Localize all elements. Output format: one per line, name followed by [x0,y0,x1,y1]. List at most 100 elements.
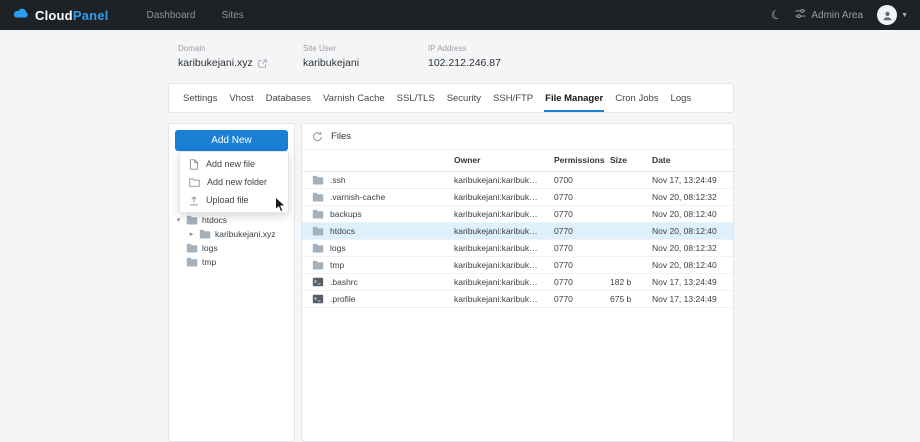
file-permissions: 0770 [548,239,604,257]
top-nav: Dashboard Sites [147,10,244,21]
file-row-htdocs[interactable]: htdocs karibukejani:karibukejani 0770 No… [302,222,733,240]
file-owner: karibukejani:karibukejani [448,222,548,240]
nav-sites[interactable]: Sites [221,10,243,21]
avatar [877,5,898,25]
tab-label: Security [446,93,482,104]
folder-icon [312,243,324,253]
file-date: Nov 20, 08:12:40 [646,256,733,274]
file-row-tmp[interactable]: tmp karibukejani:karibukejani 0770 Nov 2… [302,256,733,274]
chevron-right-icon: ▸ [189,231,194,238]
tab-cron-jobs[interactable]: Cron Jobs [609,84,664,112]
file-owner: karibukejani:karibukejani [448,188,548,206]
column-permissions: Permissions [548,150,605,172]
dark-mode-toggle-icon[interactable]: ☾ [769,7,784,24]
file-size: 182 b [604,273,646,291]
file-date: Nov 17, 13:24:49 [646,171,733,189]
tree-item-logs[interactable]: logs [175,241,288,255]
file-row-backups[interactable]: backups karibukejani:karibukejani 0770 N… [302,205,733,223]
chevron-down-icon: ▾ [176,217,181,224]
tab-label: Databases [265,93,312,104]
file-row-varnish-cache[interactable]: .varnish-cache karibukejani:karibukejani… [302,188,733,206]
admin-area-button[interactable]: Admin Area [795,8,863,22]
file-size [604,256,646,274]
file-date: Nov 17, 13:24:49 [646,290,733,308]
file-owner: karibukejani:karibukejani [448,290,548,308]
tree-item-htdocs[interactable]: ▾ htdocs [175,213,288,227]
file-size: 675 b [604,290,646,308]
file-permissions: 0770 [548,188,604,206]
external-link-icon[interactable] [258,58,267,68]
tab-vhost[interactable]: Vhost [223,84,259,112]
tab-ssh-ftp[interactable]: SSH/FTP [487,84,539,112]
file-size [604,222,646,240]
tab-logs[interactable]: Logs [665,84,698,112]
folder-icon [186,243,198,253]
file-tree: ▾ htdocs ▸ karibukejani.xyz logs tmp [175,213,288,269]
file-name: logs [330,242,346,253]
tree-item-tmp[interactable]: tmp [175,255,288,269]
site-user-value: karibukejani [303,57,360,69]
user-menu[interactable]: ▼ [877,5,908,25]
folder-icon [312,175,324,185]
file-row-profile[interactable]: .profile karibukejani:karibukejani 0770 … [302,290,733,308]
tab-settings[interactable]: Settings [177,84,223,112]
menu-item-label: Upload file [206,195,249,205]
chevron-down-icon: ▼ [901,11,908,19]
ip-block: IP Address 102.212.246.87 [428,44,553,69]
ip-label: IP Address [428,44,467,53]
site-user-block: Site User karibukejani [303,44,428,69]
file-owner: karibukejani:karibukejani [448,239,548,257]
site-info: Domain karibukejani.xyz Site User karibu… [168,30,734,69]
file-owner: karibukejani:karibukejani [448,273,548,291]
tab-file-manager[interactable]: File Manager [539,84,609,112]
file-row-ssh[interactable]: .ssh karibukejani:karibukejani 0700 Nov … [302,171,733,189]
file-name: backups [330,208,362,219]
domain-block: Domain karibukejani.xyz [178,44,303,69]
tab-label: File Manager [545,93,604,104]
file-row-bashrc[interactable]: .bashrc karibukejani:karibukejani 0770 1… [302,273,733,291]
menu-item-label: Add new folder [207,177,268,187]
menu-item-add-new-file[interactable]: Add new file [180,155,288,173]
upload-icon [189,195,199,206]
tab-label: Cron Jobs [615,93,659,104]
brand-logo[interactable]: CloudPanel [12,6,109,24]
add-new-button[interactable]: Add New [175,130,288,151]
tab-ssl-tls[interactable]: SSL/TLS [391,84,441,112]
sliders-icon [795,8,806,22]
file-row-logs[interactable]: logs karibukejani:karibukejani 0770 Nov … [302,239,733,257]
tab-label: Vhost [229,93,254,104]
folder-icon [312,209,324,219]
folder-icon [312,260,324,270]
tab-security[interactable]: Security [441,84,487,112]
tab-label: Varnish Cache [323,93,385,104]
add-new-dropdown: Add new file Add new folder Upload file [179,151,289,213]
tab-databases[interactable]: Databases [260,84,317,112]
column-owner: Owner [448,150,548,172]
tab-label: Settings [183,93,218,104]
files-panel-header: Files [302,124,733,150]
files-panel: Files Owner Permissions Size Date .ssh kari… [301,123,734,442]
file-manager-sidebar: Add New Add new file Add new folder Uplo… [168,123,295,442]
tab-label: Logs [670,93,692,104]
tree-item-karibukejani-xyz[interactable]: ▸ karibukejani.xyz [175,227,288,241]
site-container: Domain karibukejani.xyz Site User karibu… [168,30,734,442]
tab-label: SSL/TLS [396,93,435,104]
file-icon [312,277,324,287]
tab-varnish-cache[interactable]: Varnish Cache [317,84,391,112]
file-icon [312,294,324,304]
files-table-body: .ssh karibukejani:karibukejani 0700 Nov … [302,171,733,308]
folder-icon [199,229,211,239]
file-name: .varnish-cache [330,191,386,202]
menu-item-add-new-folder[interactable]: Add new folder [180,173,288,191]
file-name: tmp [330,259,345,270]
topbar-right: ☾ Admin Area ▼ [769,5,908,25]
file-permissions: 0700 [548,171,604,189]
refresh-icon[interactable] [312,131,323,142]
file-permissions: 0770 [548,290,604,308]
brand-name: CloudPanel [35,7,109,23]
file-date: Nov 20, 08:12:40 [646,205,733,223]
nav-dashboard[interactable]: Dashboard [147,10,196,21]
file-permissions: 0770 [548,273,604,291]
folder-icon [186,215,198,225]
menu-item-upload-file[interactable]: Upload file [180,191,288,209]
